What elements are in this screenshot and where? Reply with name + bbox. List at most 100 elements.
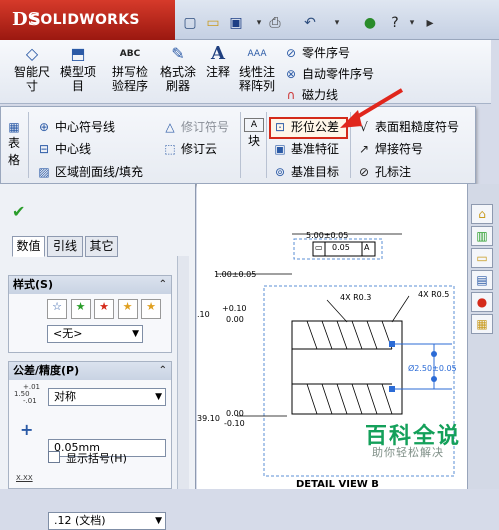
- model-items-button[interactable]: ⬒ 模型项 目: [58, 42, 98, 102]
- tolerance-group-header[interactable]: 公差/精度(P) ⌃: [9, 362, 171, 380]
- library-icon[interactable]: ▥: [471, 226, 493, 246]
- chevron-down-icon: ▼: [155, 516, 162, 526]
- dimension-left-2-base[interactable]: .10: [197, 310, 210, 319]
- view-palette-icon[interactable]: ▤: [471, 270, 493, 290]
- panel-scrollbar[interactable]: [177, 256, 189, 489]
- hole-callout-label: 孔标注: [375, 165, 412, 179]
- style-select-value: <无>: [53, 327, 83, 340]
- auto-balloon-button[interactable]: ⊗ 自动零件序号: [283, 64, 374, 84]
- spell-check-button[interactable]: ABC 拼写检 验程序: [107, 42, 153, 102]
- chevron-down-icon[interactable]: ▾: [327, 14, 347, 32]
- hole-callout-button[interactable]: ⊘ 孔标注: [356, 162, 411, 182]
- custom-properties-icon[interactable]: ▦: [471, 314, 493, 334]
- table-button[interactable]: ▦ 表格: [3, 120, 25, 168]
- open-folder-icon[interactable]: ▭: [203, 14, 223, 32]
- dimension-left-1[interactable]: 1.00±0.05: [214, 270, 256, 279]
- smart-dimension-label: 智能尺 寸: [13, 65, 50, 93]
- block-button[interactable]: A 块: [244, 118, 264, 149]
- table-label: 表格: [7, 136, 20, 167]
- linear-note-pattern-button[interactable]: AAA 线性注 释阵列: [236, 42, 278, 102]
- revision-symbol-button[interactable]: △ 修订符号: [162, 117, 229, 137]
- print-icon[interactable]: ⎙: [265, 14, 285, 32]
- center-mark-icon: ⊕: [38, 120, 50, 134]
- ok-check-icon[interactable]: ✔: [12, 202, 25, 221]
- precision-select[interactable]: .12 (文档) ▼: [48, 512, 166, 530]
- show-parentheses-label: 显示括号(H): [66, 452, 127, 465]
- solidworks-logo[interactable]: DS SOLIDWORKS: [0, 0, 175, 40]
- datum-feature-button[interactable]: ▣ 基准特征: [272, 139, 339, 159]
- centerline-icon: ⊟: [38, 142, 50, 156]
- geometric-tolerance-button[interactable]: ⊡ 形位公差: [272, 117, 339, 137]
- note-label: 注释: [205, 65, 230, 79]
- ds-logo-mark: DS: [12, 9, 41, 30]
- balloon-button[interactable]: ⊘ 零件序号: [283, 43, 350, 63]
- collapse-icon: ⌃: [158, 365, 167, 376]
- traffic-light-icon[interactable]: ●: [360, 14, 380, 32]
- auto-balloon-label: 自动零件序号: [302, 67, 375, 81]
- radius-callout-2[interactable]: 4X R0.5: [418, 290, 449, 299]
- weld-symbol-button[interactable]: ↗ 焊接符号: [356, 139, 423, 159]
- smart-dimension-button[interactable]: ◇ 智能尺 寸: [12, 42, 52, 102]
- show-parentheses-checkbox[interactable]: [48, 451, 60, 463]
- dimension-left-2-zero: 0.00: [226, 315, 244, 324]
- style-group-title: 样式(S): [13, 278, 53, 291]
- appearance-icon[interactable]: ●: [471, 292, 493, 312]
- divider: [240, 112, 241, 178]
- gtol-value[interactable]: 0.05: [332, 243, 350, 252]
- tab-value[interactable]: 数值: [12, 236, 45, 257]
- divider: [266, 112, 267, 178]
- note-button[interactable]: A 注释: [203, 42, 233, 102]
- hole-callout-icon: ⊘: [358, 165, 370, 179]
- revision-cloud-button[interactable]: ⬚ 修订云: [162, 139, 217, 159]
- datum-target-label: 基准目标: [291, 165, 340, 179]
- format-painter-icon: ✎: [171, 44, 185, 63]
- center-mark-label: 中心符号线: [55, 120, 116, 134]
- block-icon: A: [244, 118, 264, 132]
- smart-dimension-icon: ◇: [25, 44, 39, 63]
- datum-target-icon: ⊚: [274, 165, 286, 179]
- radius-callout-1[interactable]: 4X R0.3: [340, 293, 371, 302]
- precision-value: .12 (文档): [54, 514, 106, 527]
- new-file-icon[interactable]: ▢: [180, 14, 200, 32]
- tolerance-type-value: 对称: [54, 390, 76, 403]
- tab-leader[interactable]: 引线: [47, 236, 83, 257]
- linear-pattern-icon: AAA: [247, 49, 267, 59]
- revision-cloud-icon: ⬚: [164, 142, 176, 156]
- style-group: 样式(S) ⌃ ☆ ★ ★ ★ ★ <无> ▼: [8, 275, 172, 353]
- center-mark-button[interactable]: ⊕ 中心符号线: [36, 117, 115, 137]
- tab-other[interactable]: 其它: [85, 236, 118, 257]
- undo-icon[interactable]: ↶: [300, 14, 320, 32]
- style-group-header[interactable]: 样式(S) ⌃: [9, 276, 171, 294]
- home-icon[interactable]: ⌂: [471, 204, 493, 224]
- delete-style-icon[interactable]: ★: [94, 299, 114, 319]
- centerline-button[interactable]: ⊟ 中心线: [36, 139, 91, 159]
- revision-symbol-label: 修订符号: [181, 120, 230, 134]
- tolerance-type-icon: +.01 1.50 -.01: [14, 384, 40, 405]
- centerline-label: 中心线: [55, 142, 92, 156]
- add-style-icon[interactable]: ★: [70, 299, 91, 319]
- format-painter-label: 格式涂 刷器: [159, 65, 196, 93]
- auto-balloon-icon: ⊗: [285, 67, 297, 81]
- area-hatch-button[interactable]: ▨ 区域剖面线/填充: [36, 162, 143, 182]
- chevron-down-icon[interactable]: ▾: [402, 14, 422, 32]
- collapse-icon: ⌃: [158, 279, 167, 290]
- style-select[interactable]: <无> ▼: [47, 325, 143, 343]
- tolerance-type-select[interactable]: 对称 ▼: [48, 388, 166, 406]
- divider: [28, 112, 29, 178]
- style-icon[interactable]: ☆: [47, 299, 67, 319]
- expand-arrow-icon[interactable]: ▸: [420, 14, 440, 32]
- save-style-icon[interactable]: ★: [117, 299, 138, 319]
- chevron-down-icon: ▼: [132, 329, 139, 339]
- folder-icon[interactable]: ▭: [471, 248, 493, 268]
- spell-check-label: 拼写检 验程序: [111, 65, 148, 93]
- load-style-icon[interactable]: ★: [141, 299, 161, 319]
- dimension-top[interactable]: 5.00±0.05: [306, 231, 348, 240]
- balloon-icon: ⊘: [285, 46, 297, 60]
- gtol-datum[interactable]: A: [364, 243, 369, 252]
- datum-target-button[interactable]: ⊚ 基准目标: [272, 162, 339, 182]
- format-painter-button[interactable]: ✎ 格式涂 刷器: [155, 42, 201, 102]
- diameter-dimension[interactable]: Ø2.50±0.05: [408, 364, 457, 373]
- table-icon: ▦: [8, 120, 20, 134]
- dimension-bottom-base[interactable]: 39.10: [197, 414, 220, 423]
- save-icon[interactable]: ▣: [226, 14, 246, 32]
